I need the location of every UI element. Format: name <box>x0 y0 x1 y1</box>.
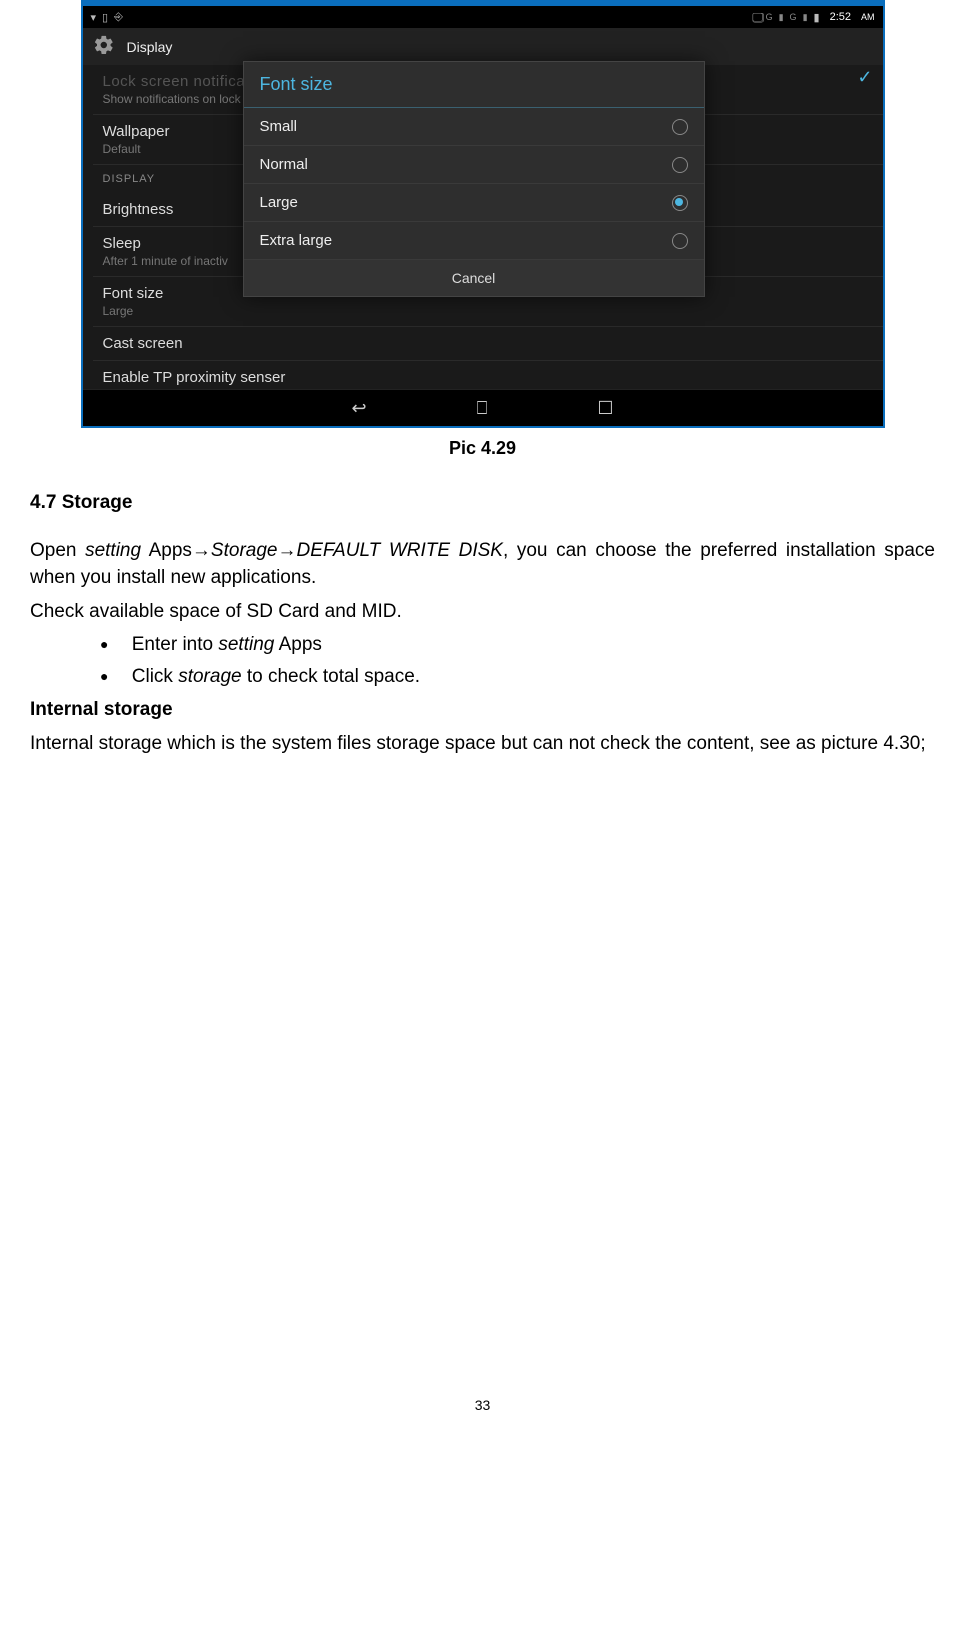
android-nav-bar: ↩ ⎕ ☐ <box>83 389 883 426</box>
list-item: Click storage to check total space. <box>100 663 935 691</box>
subheading-internal-storage: Internal storage <box>30 696 935 724</box>
list-item: Enter into setting Apps <box>100 631 935 659</box>
network-label-2: G <box>790 12 797 22</box>
paragraph-3: Internal storage which is the system fil… <box>30 730 935 758</box>
screenshot-figure: ▾ ▯ ⎆ ⃣ G ▮ G ▮ ▮ 2:52 AM <box>81 0 885 428</box>
document-body: 4.7 Storage Open setting Apps→Storage→DE… <box>30 489 935 757</box>
dialog-option-large[interactable]: Large <box>244 184 704 222</box>
clock-ampm: AM <box>861 12 875 22</box>
figure-caption: Pic 4.29 <box>30 438 935 459</box>
section-heading: 4.7 Storage <box>30 489 935 517</box>
signal-icon: ▾ <box>91 11 97 24</box>
app-bar: Display <box>83 28 883 65</box>
radio-icon <box>672 119 688 135</box>
gear-icon <box>93 34 115 59</box>
dialog-option-label: Extra large <box>260 232 333 249</box>
signal-bars-icon-2: ▮ <box>803 12 808 23</box>
dialog-option-small[interactable]: Small <box>244 108 704 146</box>
paragraph-2: Check available space of SD Card and MID… <box>30 598 935 626</box>
paragraph-1: Open setting Apps→Storage→DEFAULT WRITE … <box>30 537 935 592</box>
dialog-option-extra-large[interactable]: Extra large <box>244 222 704 260</box>
page-number: 33 <box>30 1397 935 1413</box>
clock-time: 2:52 <box>830 11 851 23</box>
app-bar-title: Display <box>127 39 173 55</box>
radio-icon <box>672 157 688 173</box>
recents-icon[interactable]: ☐ <box>597 398 613 419</box>
signal-bars-icon-1: ▮ <box>779 12 784 23</box>
sync-icon: ⎆ <box>114 11 123 24</box>
dialog-option-label: Normal <box>260 156 308 173</box>
cancel-button[interactable]: Cancel <box>244 260 704 296</box>
radio-icon <box>672 233 688 249</box>
font-size-dialog: Font size Small Normal Large Extra large <box>243 61 705 297</box>
row-cast-screen[interactable]: Cast screen <box>93 327 883 361</box>
dialog-title: Font size <box>244 62 704 108</box>
checkmark-icon: ✓ <box>857 67 872 88</box>
radio-icon-selected <box>672 195 688 211</box>
network-label-1: G <box>766 12 773 22</box>
home-icon[interactable]: ⎕ <box>477 398 488 419</box>
back-icon[interactable]: ↩ <box>351 398 366 419</box>
dialog-option-label: Small <box>260 118 298 135</box>
bullet-list: Enter into setting Apps Click storage to… <box>30 631 935 690</box>
account-icon: ▯ <box>102 11 108 24</box>
dialog-option-label: Large <box>260 194 298 211</box>
status-bar: ▾ ▯ ⎆ ⃣ G ▮ G ▮ ▮ 2:52 AM <box>83 6 883 28</box>
dialog-option-normal[interactable]: Normal <box>244 146 704 184</box>
battery-icon: ▮ <box>814 11 820 24</box>
